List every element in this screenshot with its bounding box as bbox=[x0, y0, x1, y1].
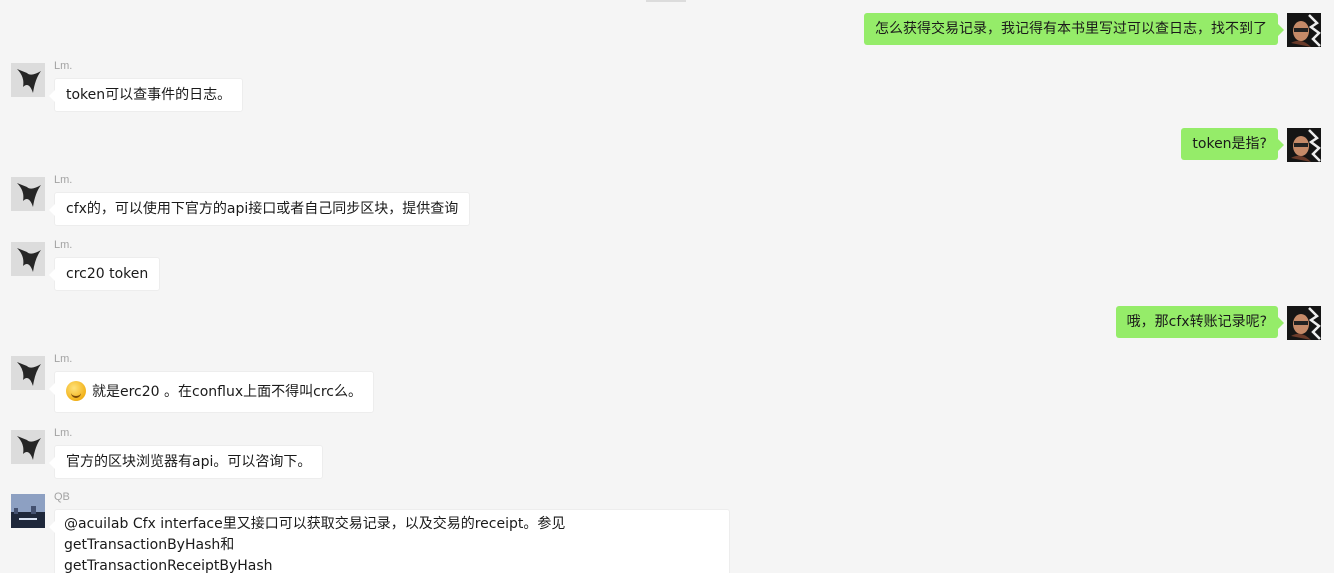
bird-icon bbox=[11, 356, 45, 390]
person-photo-icon bbox=[1287, 128, 1321, 162]
chat-window: 怎么获得交易记录，我记得有本书里写过可以查日志，找不到了 Lm. token可以… bbox=[0, 0, 1334, 573]
sender-name: QB bbox=[54, 491, 70, 503]
message-text-line: @acuilab Cfx interface里又接口可以获取交易记录，以及交易的… bbox=[64, 516, 566, 553]
message-bubble-incoming[interactable]: crc20 token bbox=[48, 257, 161, 291]
contact-avatar[interactable] bbox=[11, 494, 45, 528]
my-avatar[interactable] bbox=[1287, 306, 1321, 340]
message-bubble-outgoing[interactable]: 哦，那cfx转账记录呢? bbox=[1115, 306, 1285, 338]
city-photo-icon bbox=[11, 494, 45, 528]
sender-name: Lm. bbox=[54, 427, 73, 439]
bird-icon bbox=[11, 242, 45, 276]
sender-name: Lm. bbox=[54, 60, 73, 72]
contact-avatar[interactable] bbox=[11, 242, 45, 276]
message-text-line: getTransactionReceiptByHash bbox=[64, 558, 273, 573]
person-photo-icon bbox=[1287, 306, 1321, 340]
sender-name: Lm. bbox=[54, 353, 73, 365]
contact-avatar[interactable] bbox=[11, 177, 45, 211]
message-bubble-incoming[interactable]: token可以查事件的日志。 bbox=[48, 78, 244, 112]
bird-icon bbox=[11, 430, 45, 464]
bird-icon bbox=[11, 177, 45, 211]
message-bubble-outgoing[interactable]: 怎么获得交易记录，我记得有本书里写过可以查日志，找不到了 bbox=[864, 13, 1284, 45]
my-avatar[interactable] bbox=[1287, 13, 1321, 47]
sender-name: Lm. bbox=[54, 174, 73, 186]
message-bubble-incoming[interactable]: 就是erc20 。在conflux上面不得叫crc么。 bbox=[49, 371, 374, 413]
person-photo-icon bbox=[1287, 13, 1321, 47]
my-avatar[interactable] bbox=[1287, 128, 1321, 162]
message-bubble-outgoing[interactable]: token是指? bbox=[1181, 128, 1284, 160]
message-bubble-incoming[interactable]: @acuilab Cfx interface里又接口可以获取交易记录，以及交易的… bbox=[49, 509, 730, 573]
message-bubble-incoming[interactable]: cfx的，可以使用下官方的api接口或者自己同步区块，提供查询 bbox=[48, 192, 471, 226]
contact-avatar[interactable] bbox=[11, 356, 45, 390]
contact-avatar[interactable] bbox=[11, 63, 45, 97]
contact-avatar[interactable] bbox=[11, 430, 45, 464]
sender-name: Lm. bbox=[54, 239, 73, 251]
message-text: 就是erc20 。在conflux上面不得叫crc么。 bbox=[92, 384, 362, 400]
grin-face-icon bbox=[66, 381, 86, 401]
bird-icon bbox=[11, 63, 45, 97]
scroll-indicator bbox=[646, 0, 686, 2]
message-bubble-incoming[interactable]: 官方的区块浏览器有api。可以咨询下。 bbox=[48, 445, 324, 479]
